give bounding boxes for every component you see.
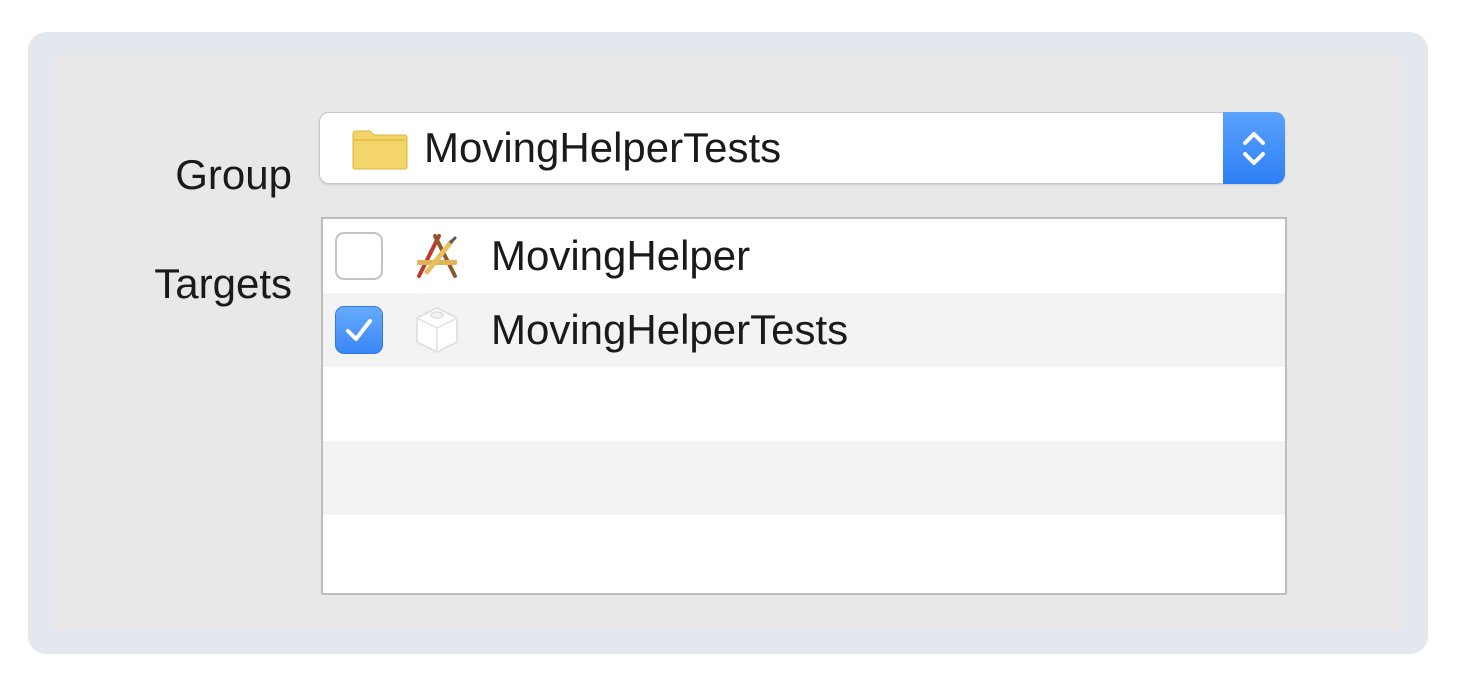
target-checkbox-movinghelpertests[interactable] (335, 306, 383, 354)
test-bundle-icon (416, 306, 458, 354)
popup-stepper[interactable] (1223, 112, 1285, 184)
target-checkbox-movinghelper[interactable] (335, 232, 383, 280)
app-target-icon (417, 234, 457, 278)
folder-icon (352, 130, 408, 170)
chevron-up-down-icon (1243, 132, 1265, 165)
target-row-movinghelper[interactable]: MovingHelper (323, 219, 1285, 293)
targets-list: MovingHelper MovingHelperTests (321, 217, 1287, 595)
targets-label: Targets (154, 260, 292, 307)
group-selected-value: MovingHelperTests (424, 124, 782, 171)
empty-row (323, 441, 1285, 515)
checkmark-icon (346, 319, 372, 341)
dialog-frame: Group MovingHelperTests Targets MovingHe… (28, 32, 1428, 654)
target-row-movinghelpertests[interactable]: MovingHelperTests (323, 293, 1285, 367)
group-popup-button[interactable]: MovingHelperTests (319, 112, 1285, 184)
target-name: MovingHelper (491, 232, 751, 279)
empty-row (323, 367, 1285, 441)
target-settings-panel: Group MovingHelperTests Targets MovingHe… (52, 56, 1404, 630)
group-label: Group (175, 151, 292, 198)
empty-row (323, 515, 1285, 589)
target-name: MovingHelperTests (491, 306, 849, 353)
